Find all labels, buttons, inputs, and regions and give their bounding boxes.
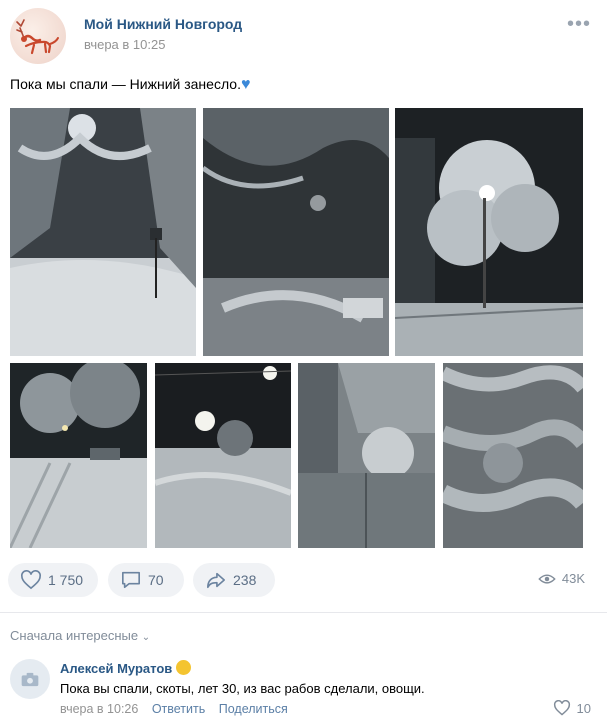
photo-2[interactable] [203, 108, 389, 356]
comment-meta: вчера в 10:26 Ответить Поделиться [60, 702, 298, 716]
comment-text: Пока вы спали, скоты, лет 30, из вас раб… [60, 681, 425, 696]
views-counter: 43K [538, 571, 585, 586]
photo-1[interactable] [10, 108, 196, 356]
photo-7[interactable] [443, 363, 583, 548]
like-button[interactable]: 1 750 [8, 563, 98, 597]
photo-5[interactable] [155, 363, 291, 548]
photo-4[interactable] [10, 363, 147, 548]
views-count: 43K [561, 571, 585, 586]
post-actions: 1 750 70 238 43K [8, 563, 599, 597]
comment-like-button[interactable]: 10 [553, 700, 591, 716]
share-count: 238 [233, 572, 257, 588]
heart-icon [21, 570, 41, 590]
share-button[interactable]: 238 [193, 563, 275, 597]
photo-grid [0, 0, 607, 560]
chevron-down-icon: ⌄ [141, 632, 151, 643]
comment-item: Алексей Муратов Пока вы спали, скоты, ле… [10, 655, 597, 723]
comment-like-count: 10 [576, 700, 591, 716]
reply-link[interactable]: Ответить [152, 702, 205, 716]
divider [0, 612, 607, 613]
photo-6[interactable] [298, 363, 435, 548]
comment-author-name: Алексей Муратов [60, 661, 173, 676]
camera-icon [21, 672, 39, 686]
eye-icon [538, 573, 556, 584]
comment-count: 70 [148, 572, 164, 588]
comments-sort-label: Сначала интересные [10, 628, 139, 643]
share-link[interactable]: Поделиться [219, 702, 288, 716]
smirk-emoji-icon [176, 660, 192, 675]
photo-3[interactable] [395, 108, 583, 356]
commenter-avatar[interactable] [10, 659, 50, 699]
comment-author[interactable]: Алексей Муратов [60, 660, 192, 676]
share-arrow-icon [207, 572, 225, 589]
comment-button[interactable]: 70 [108, 563, 184, 597]
comment-icon [122, 571, 140, 589]
comment-time[interactable]: вчера в 10:26 [60, 702, 138, 716]
heart-icon [553, 700, 570, 716]
comments-sort-dropdown[interactable]: Сначала интересные ⌄ [10, 628, 150, 643]
like-count: 1 750 [48, 572, 84, 588]
